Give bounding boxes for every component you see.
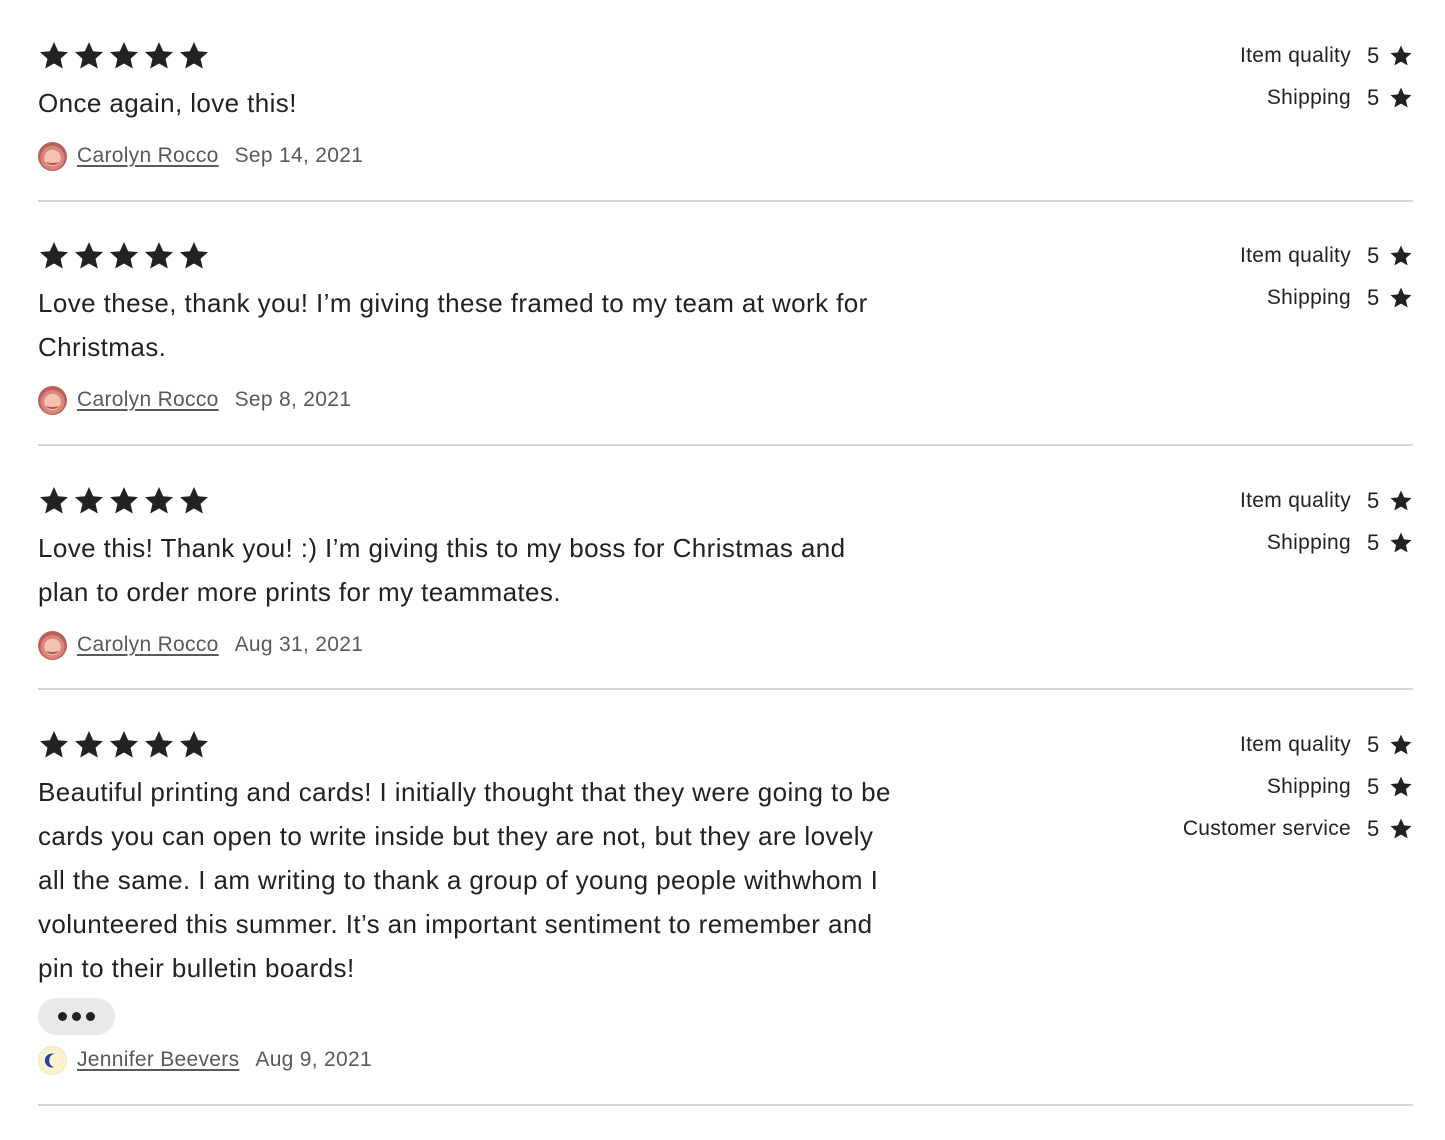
avatar[interactable] (38, 141, 67, 171)
star-icon (1389, 775, 1413, 799)
rating-row-shipping: Shipping 5 (1240, 277, 1413, 319)
review-text: Once again, love this! (38, 88, 297, 118)
star-rating (38, 729, 210, 761)
avatar[interactable] (38, 630, 67, 660)
rating-row-shipping: Shipping 5 (1240, 77, 1413, 119)
star-rating (38, 485, 210, 517)
review-meta: Jennifer Beevers Aug 9, 2021 (38, 1045, 372, 1075)
rating-label: Shipping (1266, 531, 1351, 554)
rating-label: Item quality (1240, 489, 1351, 512)
star-icon (1389, 44, 1413, 68)
review-item: Love this! Thank you! :) I’m giving this… (38, 444, 1413, 690)
rating-value: 5 (1367, 732, 1380, 757)
author-link[interactable]: Carolyn Rocco (77, 144, 219, 168)
star-icon (143, 40, 175, 72)
star-icon (1389, 817, 1413, 841)
review-date: Sep 14, 2021 (234, 144, 364, 167)
rating-value: 5 (1367, 285, 1380, 310)
star-icon (178, 40, 210, 72)
ellipsis-icon (58, 1012, 67, 1021)
star-icon (1389, 286, 1413, 310)
rating-row-customer-service: Customer service 5 (1183, 808, 1413, 850)
review-text: Beautiful printing and cards! I initiall… (38, 777, 891, 983)
star-icon (38, 485, 70, 517)
review-date: Aug 31, 2021 (234, 633, 364, 656)
rating-value: 5 (1367, 816, 1380, 841)
review-text: Love these, thank you! I’m giving these … (38, 288, 868, 362)
rating-row-item-quality: Item quality 5 (1240, 235, 1413, 277)
star-rating (38, 240, 210, 272)
rating-row-item-quality: Item quality 5 (1183, 724, 1413, 766)
moon-icon (44, 1053, 55, 1067)
star-icon (108, 40, 140, 72)
rating-label: Item quality (1240, 733, 1351, 756)
rating-label: Shipping (1266, 775, 1351, 798)
rating-label: Customer service (1182, 817, 1351, 840)
star-icon (38, 40, 70, 72)
rating-value: 5 (1367, 243, 1380, 268)
star-icon (38, 729, 70, 761)
author-link[interactable]: Jennifer Beevers (77, 1048, 239, 1072)
rating-value: 5 (1367, 774, 1380, 799)
rating-label: Item quality (1240, 244, 1351, 267)
sub-ratings: Item quality 5 Shipping 5 (1240, 480, 1413, 564)
avatar[interactable] (38, 1045, 67, 1075)
rating-value: 5 (1367, 488, 1380, 513)
star-icon (143, 240, 175, 272)
star-icon (1389, 244, 1413, 268)
rating-label: Item quality (1240, 44, 1351, 67)
rating-row-shipping: Shipping 5 (1240, 522, 1413, 564)
star-icon (73, 729, 105, 761)
star-icon (143, 729, 175, 761)
rating-value: 5 (1367, 530, 1380, 555)
star-icon (73, 40, 105, 72)
author-link[interactable]: Carolyn Rocco (77, 633, 219, 657)
rating-row-item-quality: Item quality 5 (1240, 480, 1413, 522)
review-item: Love these, thank you! I’m giving these … (38, 200, 1413, 446)
star-icon (1389, 733, 1413, 757)
star-icon (1389, 86, 1413, 110)
star-icon (73, 240, 105, 272)
rating-value: 5 (1367, 85, 1380, 110)
review-item: Beautiful printing and cards! I initiall… (38, 688, 1413, 1106)
review-date: Aug 9, 2021 (255, 1048, 372, 1071)
rating-label: Shipping (1266, 286, 1351, 309)
reviews-list: Once again, love this! Carolyn Rocco Sep… (0, 0, 1445, 1140)
review-meta: Carolyn Rocco Sep 14, 2021 (38, 141, 363, 171)
more-button[interactable] (38, 998, 115, 1035)
rating-row-shipping: Shipping 5 (1183, 766, 1413, 808)
review-item: Once again, love this! Carolyn Rocco Sep… (38, 0, 1413, 202)
star-icon (178, 240, 210, 272)
star-icon (73, 485, 105, 517)
review-meta: Carolyn Rocco Aug 31, 2021 (38, 630, 363, 660)
ellipsis-icon (72, 1012, 81, 1021)
star-icon (1389, 489, 1413, 513)
sub-ratings: Item quality 5 Shipping 5 Customer servi… (1183, 724, 1413, 850)
star-icon (178, 729, 210, 761)
rating-row-item-quality: Item quality 5 (1240, 35, 1413, 77)
star-icon (108, 729, 140, 761)
star-icon (108, 240, 140, 272)
star-icon (143, 485, 175, 517)
star-icon (178, 485, 210, 517)
review-text: Love this! Thank you! :) I’m giving this… (38, 533, 846, 607)
sub-ratings: Item quality 5 Shipping 5 (1240, 235, 1413, 319)
star-icon (38, 240, 70, 272)
star-icon (108, 485, 140, 517)
avatar[interactable] (38, 385, 67, 415)
rating-label: Shipping (1266, 86, 1351, 109)
review-date: Sep 8, 2021 (234, 388, 352, 411)
review-meta: Carolyn Rocco Sep 8, 2021 (38, 385, 351, 415)
rating-value: 5 (1367, 43, 1380, 68)
sub-ratings: Item quality 5 Shipping 5 (1240, 35, 1413, 119)
star-icon (1389, 531, 1413, 555)
author-link[interactable]: Carolyn Rocco (77, 388, 219, 412)
star-rating (38, 40, 210, 72)
ellipsis-icon (86, 1012, 95, 1021)
